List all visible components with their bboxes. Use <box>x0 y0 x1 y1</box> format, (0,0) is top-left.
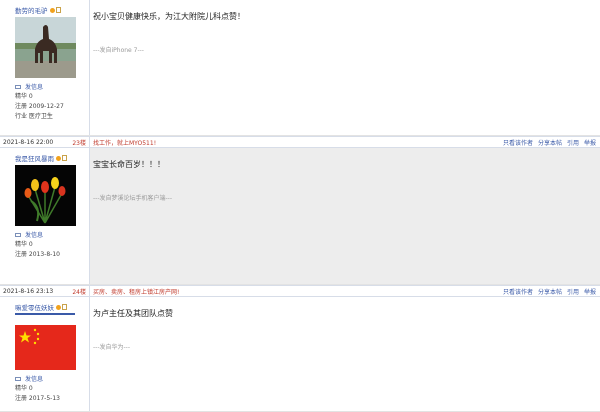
post-date: 2021-8-16 22:00 <box>3 138 54 146</box>
post-actions: 只看该作者 分享本帖 引用 举报 <box>503 138 600 147</box>
post-content: 宝宝长命百岁！！！ <box>93 160 165 169</box>
post-body: 祝小宝贝健康快乐，为江大附院儿科点赞！ ---发自iPhone 7--- <box>90 0 600 135</box>
send-message-link[interactable]: 发信息 <box>15 230 89 239</box>
username-row: 勤劳的毛驴 <box>15 5 89 15</box>
send-message-label: 发信息 <box>25 232 44 239</box>
tulips-avatar-image <box>15 165 76 226</box>
floor-number[interactable]: 23楼 <box>72 138 86 147</box>
username[interactable]: 勤劳的毛驴 <box>15 5 48 15</box>
post-date-cell: 2021-8-16 23:13 24楼 <box>0 286 90 296</box>
post-signature: ---发自iPhone 7--- <box>93 47 144 54</box>
medal-icon <box>56 155 61 161</box>
post-content: 为卢主任及其团队点赞 <box>93 309 173 318</box>
only-author-link[interactable]: 只看该作者 <box>503 138 533 147</box>
medal-icon <box>49 7 55 13</box>
post: 我是狂风暴雨 发信息 精华 0 注册 2013-8-10 宝宝长命百岁！！！ -… <box>0 148 600 285</box>
post-content: 祝小宝贝健康快乐，为江大附院儿科点赞！ <box>93 12 245 21</box>
ad-link[interactable]: 买房、卖房、租房上镇江房产网! <box>93 287 179 296</box>
registration-date: 注册 2017-5-13 <box>15 395 60 402</box>
registration-date: 注册 2013-8-10 <box>15 251 60 258</box>
post-meta-bar: 2021-8-16 23:13 24楼 买房、卖房、租房上镇江房产网! 只看该作… <box>0 285 600 297</box>
floor-number[interactable]: 24楼 <box>72 287 86 296</box>
essence-count: 精华 0 <box>15 385 33 392</box>
send-message-label: 发信息 <box>25 376 44 383</box>
send-message-label: 发信息 <box>25 84 44 91</box>
report-link[interactable]: 举报 <box>584 138 596 147</box>
level-icon <box>55 7 61 13</box>
share-link[interactable]: 分享本帖 <box>538 138 562 147</box>
author-sidebar: 嘛爱零伍妖妖 发信息 精华 0 注册 2017-5-13 <box>0 297 90 411</box>
username[interactable]: 我是狂风暴雨 <box>15 153 54 163</box>
username-underline <box>15 313 75 315</box>
avatar[interactable] <box>15 17 76 78</box>
send-message-link[interactable]: 发信息 <box>15 374 89 383</box>
industry: 行业 医疗卫生 <box>15 113 53 120</box>
post-date-cell: 2021-8-16 22:00 23楼 <box>0 137 90 147</box>
report-link[interactable]: 举报 <box>584 287 596 296</box>
envelope-icon <box>15 232 21 237</box>
essence-count: 精华 0 <box>15 241 33 248</box>
quote-link[interactable]: 引用 <box>567 138 579 147</box>
envelope-icon <box>15 376 21 381</box>
essence-count: 精华 0 <box>15 93 33 100</box>
ad-link[interactable]: 找工作，就上MYO511! <box>93 138 156 147</box>
registration-date: 注册 2009-12-27 <box>15 103 64 110</box>
post-signature: ---发自梦溪论坛手机客户端--- <box>93 195 172 202</box>
post-meta-bar: 2021-8-16 22:00 23楼 找工作，就上MYO511! 只看该作者 … <box>0 136 600 148</box>
post: 嘛爱零伍妖妖 发信息 精华 0 注册 2017-5-13 为卢主任及其团队点赞 … <box>0 297 600 412</box>
avatar[interactable] <box>15 325 76 370</box>
post-body: 宝宝长命百岁！！！ ---发自梦溪论坛手机客户端--- <box>90 148 600 284</box>
flag-avatar-image <box>15 325 76 370</box>
username[interactable]: 嘛爱零伍妖妖 <box>15 302 54 312</box>
author-sidebar: 勤劳的毛驴 发信息 精华 0 注册 2009-12-27 行业 医疗卫生 <box>0 0 90 135</box>
medal-icon <box>56 304 61 310</box>
quote-link[interactable]: 引用 <box>567 287 579 296</box>
level-icon <box>62 155 67 161</box>
author-sidebar: 我是狂风暴雨 发信息 精华 0 注册 2013-8-10 <box>0 148 90 284</box>
post-actions: 只看该作者 分享本帖 引用 举报 <box>503 287 600 296</box>
level-icon <box>62 304 67 310</box>
post-date: 2021-8-16 23:13 <box>3 287 54 295</box>
envelope-icon <box>15 84 21 89</box>
only-author-link[interactable]: 只看该作者 <box>503 287 533 296</box>
send-message-link[interactable]: 发信息 <box>15 82 89 91</box>
alpaca-avatar-image <box>15 17 76 78</box>
thread: 勤劳的毛驴 发信息 精华 0 注册 2009-12-27 行业 医疗卫生 祝小宝… <box>0 0 600 412</box>
avatar[interactable] <box>15 165 76 226</box>
username-row: 我是狂风暴雨 <box>15 153 89 163</box>
share-link[interactable]: 分享本帖 <box>538 287 562 296</box>
username-row: 嘛爱零伍妖妖 <box>15 302 89 312</box>
post: 勤劳的毛驴 发信息 精华 0 注册 2009-12-27 行业 医疗卫生 祝小宝… <box>0 0 600 136</box>
post-signature: ---发自华为--- <box>93 344 130 351</box>
post-body: 为卢主任及其团队点赞 ---发自华为--- <box>90 297 600 411</box>
